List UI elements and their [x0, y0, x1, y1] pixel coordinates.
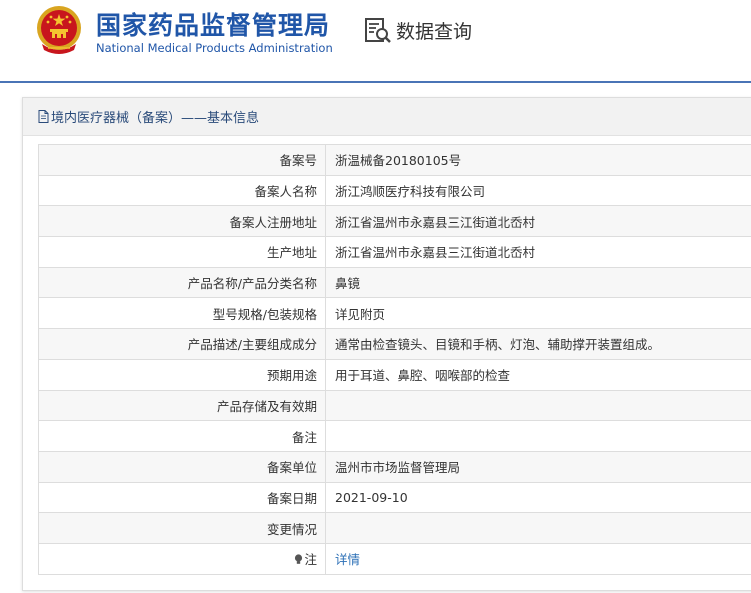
row-label: 备案单位	[38, 450, 326, 483]
row-value: 鼻镜	[325, 266, 751, 299]
row-label: 型号规格/包装规格	[38, 297, 326, 330]
row-label: 备案日期	[38, 481, 326, 514]
site-header: 国家药品监督管理局 National Medical Products Admi…	[0, 0, 751, 84]
header-divider	[0, 81, 751, 83]
org-name-en: National Medical Products Administration	[96, 41, 333, 55]
row-value	[325, 512, 751, 544]
table-row: 产品存储及有效期	[38, 389, 751, 422]
row-value: 浙江省温州市永嘉县三江街道北岙村	[325, 236, 751, 268]
row-value: 详见附页	[325, 297, 751, 330]
table-row: 备案日期 2021-09-10	[38, 481, 751, 514]
note-label-cell: 注	[38, 542, 326, 575]
table-row: 备案人名称 浙江鸿顺医疗科技有限公司	[38, 174, 751, 207]
data-search-icon	[365, 18, 391, 43]
row-value	[325, 420, 751, 452]
row-label: 备案人注册地址	[38, 205, 326, 238]
row-label: 备注	[38, 420, 326, 452]
document-icon	[38, 110, 49, 123]
table-row: 产品名称/产品分类名称 鼻镜	[38, 266, 751, 299]
table-row: 备案号 浙温械备20180105号	[38, 144, 751, 176]
table-row: 备案单位 温州市市场监督管理局	[38, 450, 751, 483]
row-label: 产品名称/产品分类名称	[38, 266, 326, 299]
row-value: 2021-09-10	[325, 481, 751, 514]
basic-info-table: 备案号 浙温械备20180105号 备案人名称 浙江鸿顺医疗科技有限公司 备案人…	[38, 144, 751, 575]
row-label: 生产地址	[38, 236, 326, 268]
table-row: 备案人注册地址 浙江省温州市永嘉县三江街道北岙村	[38, 205, 751, 238]
table-row: 预期用途 用于耳道、鼻腔、咽喉部的检查	[38, 358, 751, 391]
row-value: 浙江鸿顺医疗科技有限公司	[325, 174, 751, 207]
row-value: 浙江省温州市永嘉县三江街道北岙村	[325, 205, 751, 238]
row-label: 备案号	[38, 144, 326, 176]
table-row: 变更情况	[38, 512, 751, 544]
row-label: 预期用途	[38, 358, 326, 391]
row-label: 产品存储及有效期	[38, 389, 326, 422]
table-row: 注 详情	[38, 542, 751, 575]
panel-header: 境内医疗器械（备案）——基本信息	[23, 98, 751, 136]
row-label: 注	[304, 552, 317, 568]
table-row: 产品描述/主要组成成分 通常由检查镜头、目镜和手柄、灯泡、辅助撑开装置组成。	[38, 328, 751, 360]
row-label: 变更情况	[38, 512, 326, 544]
table-row: 备注	[38, 420, 751, 452]
row-value: 用于耳道、鼻腔、咽喉部的检查	[325, 358, 751, 391]
row-label: 产品描述/主要组成成分	[38, 328, 326, 360]
data-query-label: 数据查询	[396, 20, 473, 43]
lightbulb-icon	[295, 554, 303, 565]
table-row: 型号规格/包装规格 详见附页	[38, 297, 751, 330]
row-value: 浙温械备20180105号	[325, 144, 751, 176]
row-value	[325, 389, 751, 422]
org-name-cn: 国家药品监督管理局	[96, 11, 331, 40]
row-label: 备案人名称	[38, 174, 326, 207]
row-value: 详情	[325, 542, 751, 575]
national-emblem-icon	[37, 6, 81, 54]
row-value: 通常由检查镜头、目镜和手柄、灯泡、辅助撑开装置组成。	[325, 328, 751, 360]
row-value: 温州市市场监督管理局	[325, 450, 751, 483]
table-row: 生产地址 浙江省温州市永嘉县三江街道北岙村	[38, 236, 751, 268]
data-query-link[interactable]: 数据查询	[363, 15, 472, 45]
panel-title: 境内医疗器械（备案）——基本信息	[51, 111, 260, 126]
details-link[interactable]: 详情	[335, 552, 360, 567]
